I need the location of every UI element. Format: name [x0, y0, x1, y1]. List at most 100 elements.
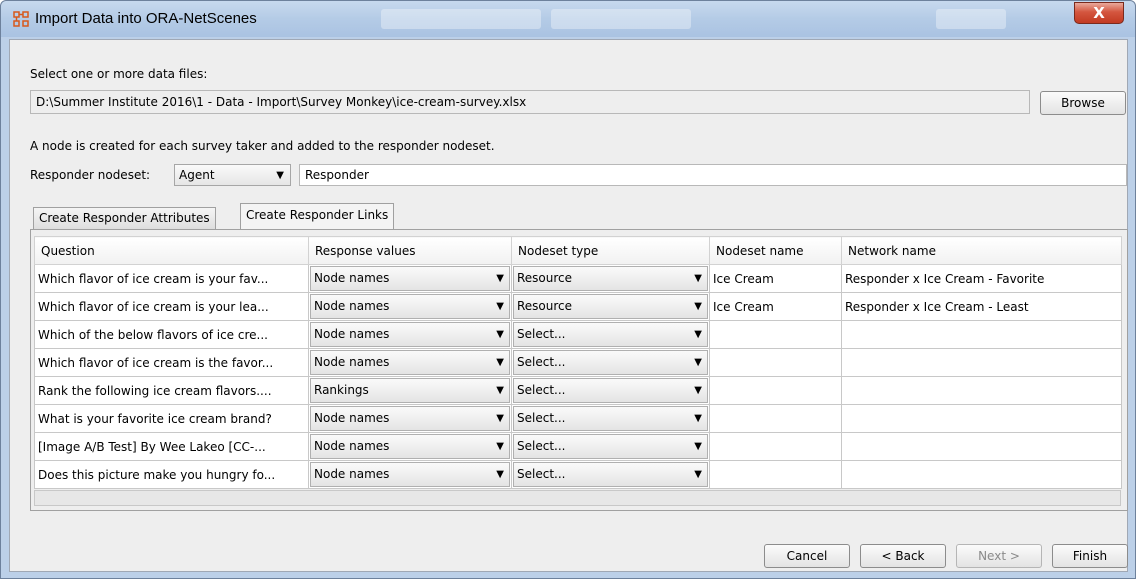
responder-nodeset-name-input[interactable]: Responder	[299, 164, 1127, 186]
chevron-down-icon: ▼	[694, 357, 702, 368]
chevron-down-icon: ▼	[496, 357, 504, 368]
background-blur	[936, 9, 1006, 29]
chevron-down-icon: ▼	[276, 170, 284, 181]
network-name-cell[interactable]: Responder x Ice Cream - Favorite	[841, 264, 1122, 293]
title-bar[interactable]: Import Data into ORA-NetScenes X	[1, 1, 1135, 37]
question-cell: Which of the below flavors of ice cre...	[34, 320, 309, 349]
table-row: Which flavor of ice cream is your lea...…	[34, 292, 1122, 321]
nodeset-type-value: Resource	[517, 299, 573, 313]
response-values-select[interactable]: Node names ▼	[308, 460, 512, 489]
chevron-down-icon: ▼	[496, 441, 504, 452]
nodeset-name-cell[interactable]	[709, 320, 842, 349]
close-button[interactable]: X	[1074, 2, 1124, 24]
ora-app-icon	[13, 11, 29, 27]
question-cell: Does this picture make you hungry fo...	[34, 460, 309, 489]
table-row: Does this picture make you hungry fo... …	[34, 460, 1122, 489]
response-values-value: Node names	[314, 327, 390, 341]
column-header-network-name[interactable]: Network name	[841, 236, 1122, 265]
nodeset-name-cell[interactable]	[709, 432, 842, 461]
nodeset-type-select[interactable]: Select... ▼	[511, 460, 710, 489]
files-label: Select one or more data files:	[30, 67, 208, 81]
chevron-down-icon: ▼	[694, 301, 702, 312]
network-name-cell[interactable]	[841, 320, 1122, 349]
info-text: A node is created for each survey taker …	[30, 139, 495, 153]
chevron-down-icon: ▼	[694, 441, 702, 452]
next-button[interactable]: Next >	[956, 544, 1042, 568]
nodeset-type-select[interactable]: Resource ▼	[511, 264, 710, 293]
question-cell: [Image A/B Test] By Wee Lakeo [CC-...	[34, 432, 309, 461]
response-values-value: Node names	[314, 411, 390, 425]
column-header-question[interactable]: Question	[34, 236, 309, 265]
response-values-select[interactable]: Node names ▼	[308, 432, 512, 461]
question-cell: Which flavor of ice cream is your lea...	[34, 292, 309, 321]
table-empty-area	[34, 490, 1121, 506]
network-name-cell[interactable]	[841, 376, 1122, 405]
window-title: Import Data into ORA-NetScenes	[35, 10, 257, 27]
response-values-select[interactable]: Node names ▼	[308, 320, 512, 349]
nodeset-type-value: Select...	[517, 327, 566, 341]
chevron-down-icon: ▼	[694, 413, 702, 424]
background-blur	[381, 9, 541, 29]
chevron-down-icon: ▼	[496, 469, 504, 480]
network-name-cell[interactable]: Responder x Ice Cream - Least	[841, 292, 1122, 321]
chevron-down-icon: ▼	[496, 413, 504, 424]
question-cell: What is your favorite ice cream brand?	[34, 404, 309, 433]
file-path-field[interactable]: D:\Summer Institute 2016\1 - Data - Impo…	[30, 90, 1030, 114]
response-values-value: Node names	[314, 355, 390, 369]
nodeset-type-select[interactable]: Select... ▼	[511, 404, 710, 433]
nodeset-type-value: Select...	[517, 355, 566, 369]
nodeset-type-value: Select...	[517, 467, 566, 481]
response-values-select[interactable]: Node names ▼	[308, 292, 512, 321]
column-header-response-values[interactable]: Response values	[308, 236, 512, 265]
table-row: Which of the below flavors of ice cre...…	[34, 320, 1122, 349]
nodeset-name-cell[interactable]: Ice Cream	[709, 292, 842, 321]
table-header-row: Question Response values Nodeset type No…	[34, 236, 1122, 265]
network-name-cell[interactable]	[841, 460, 1122, 489]
chevron-down-icon: ▼	[496, 301, 504, 312]
network-name-cell[interactable]	[841, 348, 1122, 377]
network-name-cell[interactable]	[841, 432, 1122, 461]
table-row: [Image A/B Test] By Wee Lakeo [CC-... No…	[34, 432, 1122, 461]
nodeset-name-cell[interactable]: Ice Cream	[709, 264, 842, 293]
tab-create-responder-links[interactable]: Create Responder Links	[240, 203, 395, 230]
column-header-nodeset-name[interactable]: Nodeset name	[709, 236, 842, 265]
responder-nodeset-label: Responder nodeset:	[30, 168, 151, 182]
chevron-down-icon: ▼	[496, 385, 504, 396]
nodeset-type-select[interactable]: Select... ▼	[511, 320, 710, 349]
response-values-select[interactable]: Node names ▼	[308, 264, 512, 293]
question-cell: Which flavor of ice cream is the favor..…	[34, 348, 309, 377]
network-name-cell[interactable]	[841, 404, 1122, 433]
nodeset-type-select[interactable]: Select... ▼	[511, 376, 710, 405]
response-values-select[interactable]: Node names ▼	[308, 348, 512, 377]
nodeset-name-cell[interactable]	[709, 404, 842, 433]
table-row: What is your favorite ice cream brand? N…	[34, 404, 1122, 433]
nodeset-type-select[interactable]: Select... ▼	[511, 432, 710, 461]
response-values-value: Node names	[314, 439, 390, 453]
chevron-down-icon: ▼	[496, 273, 504, 284]
chevron-down-icon: ▼	[496, 329, 504, 340]
cancel-button[interactable]: Cancel	[764, 544, 850, 568]
browse-button[interactable]: Browse	[1040, 91, 1126, 115]
response-values-value: Node names	[314, 299, 390, 313]
nodeset-name-cell[interactable]	[709, 376, 842, 405]
response-values-select[interactable]: Node names ▼	[308, 404, 512, 433]
nodeset-type-value: Select...	[517, 411, 566, 425]
response-values-value: Node names	[314, 467, 390, 481]
tab-create-responder-attributes[interactable]: Create Responder Attributes	[33, 207, 216, 229]
column-header-nodeset-type[interactable]: Nodeset type	[511, 236, 710, 265]
nodeset-type-select[interactable]: Resource ▼	[511, 292, 710, 321]
nodeset-type-value: Select...	[517, 383, 566, 397]
back-button[interactable]: < Back	[860, 544, 946, 568]
responder-nodeset-type-select[interactable]: Agent ▼	[174, 164, 291, 186]
nodeset-type-select[interactable]: Select... ▼	[511, 348, 710, 377]
response-values-value: Node names	[314, 271, 390, 285]
responder-nodeset-type-value: Agent	[179, 168, 215, 182]
chevron-down-icon: ▼	[694, 329, 702, 340]
background-blur	[551, 9, 691, 29]
response-values-select[interactable]: Rankings ▼	[308, 376, 512, 405]
table-row: Which flavor of ice cream is your fav...…	[34, 264, 1122, 293]
nodeset-name-cell[interactable]	[709, 460, 842, 489]
nodeset-name-cell[interactable]	[709, 348, 842, 377]
dialog-window: Import Data into ORA-NetScenes X Select …	[0, 0, 1136, 579]
finish-button[interactable]: Finish	[1052, 544, 1128, 568]
